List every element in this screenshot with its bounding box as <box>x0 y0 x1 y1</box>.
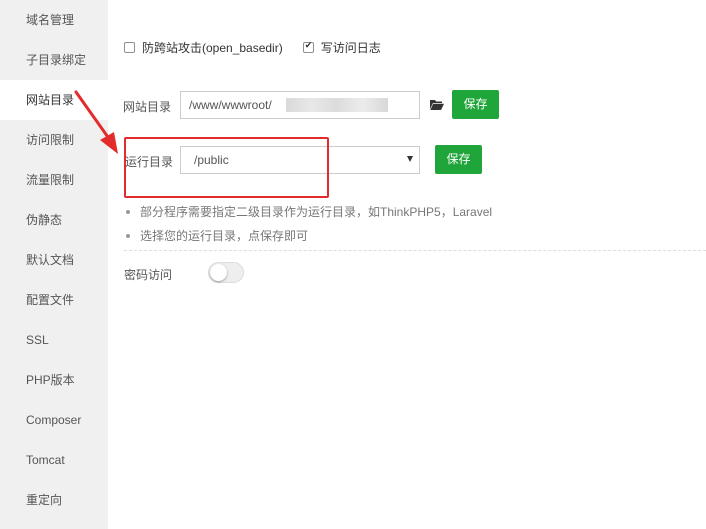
toggle-knob <box>210 264 227 281</box>
sidebar-item-label: 配置文件 <box>26 293 75 307</box>
sidebar-item-label: SSL <box>26 333 49 347</box>
sidebar-item-label: 伪静态 <box>26 213 63 227</box>
folder-open-icon[interactable] <box>430 99 444 110</box>
site-dir-value: /www/wwwroot/ <box>189 98 272 112</box>
sidebar-item-php-version[interactable]: PHP版本 <box>0 360 108 400</box>
sidebar-item-subdirectory-binding[interactable]: 子目录绑定 <box>0 40 108 80</box>
sidebar-item-label: 重定向 <box>26 493 63 507</box>
options-row: 防跨站攻击(open_basedir) 写访问日志 <box>124 38 401 56</box>
main-content: 防跨站攻击(open_basedir) 写访问日志 网站目录 /www/wwwr… <box>108 0 706 529</box>
sidebar-item-traffic-limit[interactable]: 流量限制 <box>0 160 108 200</box>
sidebar-item-label: Composer <box>26 413 82 427</box>
sidebar-item-label: 域名管理 <box>26 13 75 27</box>
sidebar-item-label: 子目录绑定 <box>26 53 87 67</box>
tip-item: 部分程序需要指定二级目录作为运行目录，如ThinkPHP5，Laravel <box>124 204 704 228</box>
tip-item: 选择您的运行目录，点保存即可 <box>124 228 704 252</box>
access-log-label: 写访问日志 <box>320 40 381 55</box>
anti-xss-label: 防跨站攻击(open_basedir) <box>142 40 283 55</box>
sidebar-item-label: PHP版本 <box>26 373 75 387</box>
chevron-down-icon <box>407 156 413 162</box>
site-dir-save-button[interactable]: 保存 <box>452 90 499 119</box>
run-dir-selected-value: /public <box>194 153 229 167</box>
site-dir-label: 网站目录 <box>123 100 172 114</box>
sidebar-item-rewrite[interactable]: 伪静态 <box>0 200 108 240</box>
sidebar-item-label: Tomcat <box>26 453 65 467</box>
run-dir-label: 运行目录 <box>125 155 174 169</box>
redacted-path-mask <box>286 98 388 112</box>
sidebar-item-domain-management[interactable]: 域名管理 <box>0 0 108 40</box>
sidebar-item-default-document[interactable]: 默认文档 <box>0 240 108 280</box>
access-log-checkbox[interactable] <box>302 40 314 53</box>
divider <box>124 250 706 251</box>
sidebar: 域名管理 子目录绑定 网站目录 访问限制 流量限制 伪静态 默认文档 配置文件 … <box>0 0 108 529</box>
sidebar-item-label: 默认文档 <box>26 253 75 267</box>
sidebar-item-label: 流量限制 <box>26 173 75 187</box>
sidebar-item-ssl[interactable]: SSL <box>0 320 108 360</box>
help-tips: 部分程序需要指定二级目录作为运行目录，如ThinkPHP5，Laravel 选择… <box>124 204 704 252</box>
password-access-toggle[interactable] <box>208 262 244 283</box>
sidebar-item-composer[interactable]: Composer <box>0 400 108 440</box>
sidebar-item-config-file[interactable]: 配置文件 <box>0 280 108 320</box>
sidebar-item-redirect[interactable]: 重定向 <box>0 480 108 520</box>
sidebar-item-label: 网站目录 <box>26 93 75 107</box>
anti-xss-checkbox[interactable] <box>124 41 135 53</box>
sidebar-item-tomcat[interactable]: Tomcat <box>0 440 108 480</box>
sidebar-item-label: 访问限制 <box>26 133 75 147</box>
run-dir-select[interactable]: /public <box>180 146 420 174</box>
run-dir-save-button[interactable]: 保存 <box>435 145 482 174</box>
password-access-label: 密码访问 <box>124 268 173 282</box>
